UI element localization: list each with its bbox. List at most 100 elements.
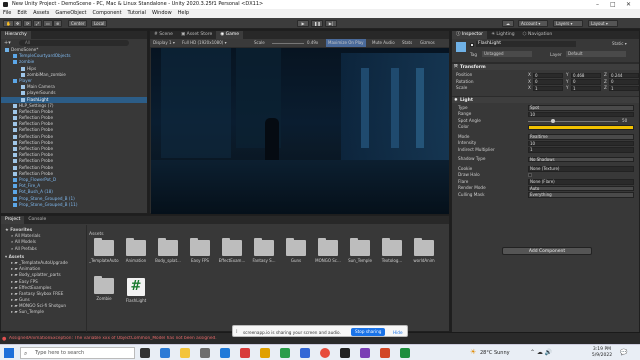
menu-gameobject[interactable]: GameObject <box>55 9 86 18</box>
close-button[interactable]: ✕ <box>626 0 631 9</box>
transform-y-field[interactable]: 0 <box>571 79 601 85</box>
chrome-icon[interactable] <box>320 348 330 358</box>
menu-tutorial[interactable]: Tutorial <box>128 9 146 18</box>
tab-project[interactable]: Project <box>1 216 25 224</box>
app-icon[interactable] <box>240 348 250 358</box>
asset-item[interactable]: EffectExam... <box>217 238 247 263</box>
pause-button[interactable]: ❚❚ <box>311 20 323 27</box>
tab-hierarchy[interactable]: Hierarchy <box>1 31 31 39</box>
cloud-icon[interactable]: ☁ <box>502 20 514 27</box>
tab-console[interactable]: Console <box>24 216 50 224</box>
file-explorer-icon[interactable] <box>180 348 190 358</box>
game-render-view[interactable] <box>151 48 449 214</box>
play-button[interactable]: ▶ <box>297 20 309 27</box>
app-icon[interactable] <box>300 348 310 358</box>
transform-z-field[interactable]: 0 <box>609 79 639 85</box>
store-icon[interactable] <box>200 348 210 358</box>
light-range-field[interactable]: 10 <box>528 111 634 117</box>
transform-y-field[interactable]: 1 <box>571 85 601 91</box>
transform-z-field[interactable]: 1 <box>609 85 639 91</box>
light-render-mode-field[interactable]: Auto <box>528 185 634 191</box>
tray-icons[interactable]: ⌃ ☁ 🔊 <box>530 349 552 356</box>
asset-item[interactable]: # FlashLight <box>121 278 151 303</box>
gizmos-dropdown[interactable]: Gizmos <box>420 39 435 47</box>
minimize-button[interactable]: – <box>596 0 599 9</box>
light-cookie-field[interactable]: None (Texture) <box>528 166 634 172</box>
tab-game[interactable]: ◉ Game <box>216 31 244 39</box>
menu-window[interactable]: Window <box>152 9 172 18</box>
hide-button[interactable]: Hide <box>393 330 403 335</box>
layers-dropdown[interactable]: Layers ▾ <box>553 20 583 27</box>
menu-help[interactable]: Help <box>178 9 189 18</box>
light-type-field[interactable]: Spot <box>528 105 634 111</box>
pivot-mode-button[interactable]: Center <box>68 20 88 27</box>
scale-tool-icon[interactable]: ⤢ <box>33 20 43 27</box>
tab-scene[interactable]: # Scene <box>150 31 177 39</box>
spot-angle-slider[interactable] <box>528 120 618 122</box>
tab-asset-store[interactable]: ▣ Asset Store <box>177 31 216 39</box>
stop-sharing-button[interactable]: Stop sharing <box>351 328 386 336</box>
object-name-field[interactable]: FlashLight <box>476 41 576 47</box>
tab-navigation[interactable]: ⬡ Navigation <box>519 31 557 39</box>
layer-dropdown[interactable]: Default <box>566 51 626 57</box>
rotate-tool-icon[interactable]: ⟳ <box>23 20 33 27</box>
transform-x-field[interactable]: 0 <box>533 79 563 85</box>
menu-file[interactable]: File <box>3 9 11 18</box>
maximize-on-play-toggle[interactable]: Maximize On Play <box>326 39 366 47</box>
light-mode-field[interactable]: Realtime <box>528 134 634 140</box>
asset-item[interactable]: MONGO Sc... <box>313 238 343 263</box>
asset-item[interactable]: Textolog... <box>377 238 407 263</box>
stats-toggle[interactable]: Stats <box>402 39 412 47</box>
pivot-space-button[interactable]: Local <box>91 20 108 27</box>
menu-assets[interactable]: Assets <box>33 9 49 18</box>
asset-item[interactable]: Sun_Temple <box>345 238 375 263</box>
tab-inspector[interactable]: ⓘ Inspector <box>452 31 487 39</box>
windows-start-icon[interactable] <box>4 348 14 358</box>
mute-audio-toggle[interactable]: Mute Audio <box>372 39 395 47</box>
add-icon[interactable]: +▾ <box>4 40 11 46</box>
light-intensity-field[interactable]: 10 <box>528 140 634 146</box>
asset-item[interactable]: Easy FPS <box>185 238 215 263</box>
unity-icon[interactable] <box>340 348 350 358</box>
app-icon[interactable] <box>380 348 390 358</box>
tag-dropdown[interactable]: Untagged <box>482 51 532 57</box>
menu-component[interactable]: Component <box>93 9 122 18</box>
clock-time[interactable]: 3:19 PM <box>590 347 614 352</box>
layout-dropdown[interactable]: Layout ▾ <box>588 20 618 27</box>
menu-edit[interactable]: Edit <box>17 9 27 18</box>
light-flare-field[interactable]: None (Flare) <box>528 179 634 185</box>
transform-tool-icon[interactable]: ⊕ <box>53 20 63 27</box>
hierarchy-search-input[interactable]: All <box>19 40 129 46</box>
display-dropdown[interactable]: Display 1 ▾ <box>153 39 175 47</box>
static-checkbox[interactable]: Static ▾ <box>612 41 627 46</box>
step-button[interactable]: ▶| <box>325 20 337 27</box>
light-color-swatch[interactable] <box>528 124 634 130</box>
tab-lighting[interactable]: ☀ Lighting <box>487 31 519 39</box>
light-culling-mask-field[interactable]: Everything <box>528 192 634 198</box>
asset-item[interactable]: Body_splat... <box>153 238 183 263</box>
transform-y-field[interactable]: 0.468 <box>571 72 601 78</box>
asset-item[interactable]: Zombie <box>89 276 119 301</box>
task-view-icon[interactable] <box>140 348 150 358</box>
asset-item[interactable]: Guns <box>281 238 311 263</box>
asset-item[interactable]: _TemplateAuto... <box>89 238 119 263</box>
asset-item[interactable]: Fantasy S... <box>249 238 279 263</box>
hierarchy-item[interactable]: Prop_Stone_Grouped_B (11) <box>1 202 147 208</box>
light-header[interactable]: ✹ Light <box>452 95 639 103</box>
favorite-item[interactable]: ⌕ All Prefabs <box>5 246 86 252</box>
app-icon[interactable] <box>260 348 270 358</box>
account-dropdown[interactable]: Account ▾ <box>518 20 548 27</box>
light-indirect-multiplier-field[interactable]: 1 <box>528 147 634 153</box>
rect-tool-icon[interactable]: ▭ <box>43 20 53 27</box>
taskbar-search-input[interactable]: ⌕ Type here to search <box>20 347 135 359</box>
app-icon[interactable] <box>400 348 410 358</box>
app-icon[interactable] <box>280 348 290 358</box>
transform-x-field[interactable]: 1 <box>533 85 563 91</box>
status-error-text[interactable]: AssignedAnimationException: The variable… <box>9 336 229 341</box>
mail-icon[interactable] <box>220 348 230 358</box>
draw-halo-checkbox[interactable] <box>528 173 532 177</box>
transform-z-field[interactable]: 0.244 <box>609 72 639 78</box>
light-shadow-type-field[interactable]: No Shadows <box>528 156 634 162</box>
spot-angle-slider-handle[interactable] <box>551 119 555 123</box>
transform-x-field[interactable]: 0 <box>533 72 563 78</box>
